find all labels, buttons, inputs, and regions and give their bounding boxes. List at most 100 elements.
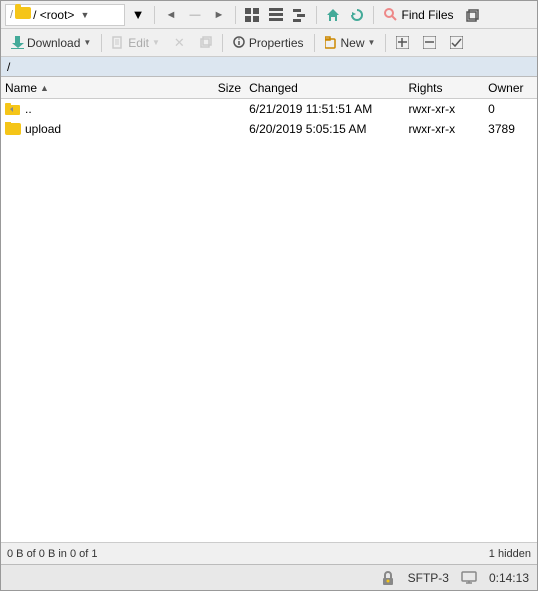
col-name-label: Name [5, 81, 37, 95]
col-size-label: Size [218, 81, 241, 95]
folder-icon [5, 123, 21, 135]
find-files-button[interactable]: Find Files [379, 4, 459, 26]
separator7 [314, 34, 315, 52]
monitor-item [461, 570, 477, 586]
tree-icon [293, 8, 307, 22]
edit-dropdown-icon: ▼ [152, 38, 160, 47]
column-headers: Name ▲ Size Changed Rights Owner [1, 77, 537, 99]
separator5 [101, 34, 102, 52]
file-name: upload [1, 122, 195, 136]
refresh-button[interactable] [346, 4, 368, 26]
col-header-changed[interactable]: Changed [245, 81, 404, 95]
col-rights-label: Rights [408, 81, 442, 95]
separator2 [235, 6, 236, 24]
view-tree-button[interactable] [289, 4, 311, 26]
col-changed-label: Changed [249, 81, 298, 95]
lock-icon [380, 570, 396, 586]
nav-back-button[interactable]: ◄ [160, 4, 182, 26]
copy-button[interactable] [461, 4, 483, 26]
file-owner: 0 [484, 102, 537, 116]
file-changed: 6/20/2019 5:05:15 AM [245, 122, 404, 136]
view-list-button[interactable] [265, 4, 287, 26]
view-add-button[interactable] [390, 32, 415, 54]
copy-action-button[interactable] [193, 32, 218, 54]
col-header-rights[interactable]: Rights [404, 81, 484, 95]
delete-button[interactable]: ✕ [168, 32, 191, 54]
connection-item: SFTP-3 [408, 571, 449, 585]
view-grid-button[interactable] [241, 4, 263, 26]
view-check-icon [450, 36, 463, 49]
properties-icon [233, 36, 246, 49]
lock-item [380, 570, 396, 586]
properties-label: Properties [249, 36, 304, 50]
slash-icon: / [10, 9, 13, 21]
separator1 [154, 6, 155, 24]
copy-action-icon [199, 36, 212, 49]
file-list: .. 6/21/2019 11:51:51 AM rwxr-xr-x 0 upl… [1, 99, 537, 542]
file-owner: 3789 [484, 122, 537, 136]
separator6 [222, 34, 223, 52]
time-label: 0:14:13 [489, 571, 529, 585]
filter-icon: ▼ [132, 7, 145, 22]
list-icon [269, 8, 283, 22]
table-row[interactable]: .. 6/21/2019 11:51:51 AM rwxr-xr-x 0 [1, 99, 537, 119]
path-bar: / [1, 57, 537, 77]
forward-arrow-icon: ► [214, 9, 225, 21]
download-dropdown-icon: ▼ [83, 38, 91, 47]
bottom-bar: SFTP-3 0:14:13 [1, 564, 537, 590]
file-name-text: .. [25, 102, 32, 116]
edit-label: Edit [128, 36, 149, 50]
view-minus-button[interactable] [417, 32, 442, 54]
file-name: .. [1, 101, 195, 117]
current-path: / [7, 60, 10, 74]
status-left-text: 0 B of 0 B in 0 of 1 [7, 548, 489, 560]
new-folder-icon [325, 36, 338, 49]
file-rights: rwxr-xr-x [404, 122, 484, 136]
toolbar-navigation: / / <root> ▼ ▼ ◄ — ► Find Files [1, 1, 537, 29]
status-right-text: 1 hidden [489, 548, 531, 560]
delete-icon: ✕ [174, 35, 185, 51]
separator4 [373, 6, 374, 24]
separator3 [316, 6, 317, 24]
file-name-text: upload [25, 122, 61, 136]
view-add-icon [396, 36, 409, 49]
copy-icon [465, 8, 479, 22]
toolbar-actions: Download ▼ Edit ▼ ✕ Properties New ▼ [1, 29, 537, 57]
file-changed: 6/21/2019 11:51:51 AM [245, 102, 404, 116]
connection-label: SFTP-3 [408, 571, 449, 585]
home-icon [326, 8, 340, 22]
new-button[interactable]: New ▼ [319, 32, 382, 54]
breadcrumb-path[interactable]: / / <root> ▼ [5, 4, 125, 26]
search-icon [384, 8, 397, 21]
time-item: 0:14:13 [489, 571, 529, 585]
edit-icon [112, 36, 125, 49]
new-dropdown-icon: ▼ [368, 38, 376, 47]
folder-small-icon [15, 7, 31, 22]
breadcrumb-dropdown-icon[interactable]: ▼ [80, 10, 89, 20]
monitor-icon [461, 570, 477, 586]
table-row[interactable]: upload 6/20/2019 5:05:15 AM rwxr-xr-x 37… [1, 119, 537, 139]
separator8 [385, 34, 386, 52]
grid-icon [245, 8, 259, 22]
download-label: Download [27, 36, 80, 50]
col-owner-label: Owner [488, 81, 523, 95]
view-check-button[interactable] [444, 32, 469, 54]
back-arrow-icon: ◄ [166, 9, 177, 21]
new-label: New [341, 36, 365, 50]
col-header-size[interactable]: Size [195, 81, 245, 95]
status-bar: 0 B of 0 B in 0 of 1 1 hidden [1, 542, 537, 564]
breadcrumb-text: / <root> [33, 8, 74, 22]
properties-button[interactable]: Properties [227, 32, 310, 54]
filter-button[interactable]: ▼ [127, 4, 149, 26]
nav-forward-button[interactable]: ► [208, 4, 230, 26]
home-button[interactable] [322, 4, 344, 26]
refresh-icon [350, 8, 364, 22]
col-header-owner[interactable]: Owner [484, 81, 537, 95]
download-button[interactable]: Download ▼ [5, 32, 97, 54]
view-minus-icon [423, 36, 436, 49]
file-rights: rwxr-xr-x [404, 102, 484, 116]
nav-separator: — [184, 4, 206, 26]
col-header-name[interactable]: Name ▲ [1, 81, 195, 95]
download-icon [11, 36, 24, 49]
edit-button[interactable]: Edit ▼ [106, 32, 166, 54]
